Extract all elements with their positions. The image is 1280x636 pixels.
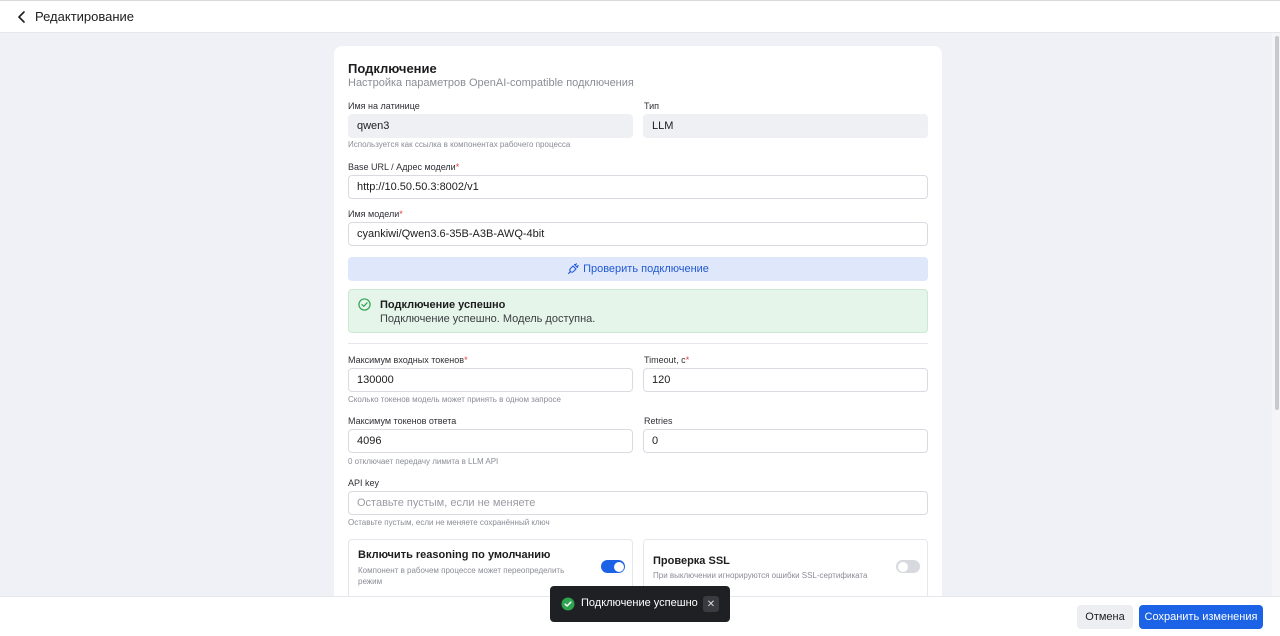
latin-name-hint: Используется как ссылка в компонентах ра… — [348, 140, 571, 149]
scrollbar-thumb[interactable] — [1275, 36, 1279, 410]
reasoning-description: Компонент в рабочем процессе может перео… — [358, 566, 565, 586]
latin-name-field: qwen3 — [348, 114, 633, 138]
api-key-label: API key — [348, 478, 380, 488]
required-mark: * — [464, 355, 468, 365]
section-title: Подключение — [348, 61, 437, 76]
reasoning-toggle[interactable] — [601, 560, 625, 573]
toggle-knob — [897, 561, 908, 572]
latin-name-label: Имя на латинице — [348, 101, 420, 111]
page-title: Редактирование — [35, 9, 135, 24]
toast-notification: Подключение успешно ✕ — [550, 586, 730, 622]
reasoning-title: Включить reasoning по умолчанию — [358, 549, 551, 561]
max-response-tokens-label: Максимум токенов ответа — [348, 416, 457, 426]
max-input-tokens-label-text: Максимум входных токенов — [348, 355, 465, 365]
base-url-label-text: Base URL / Адрес модели — [348, 162, 456, 172]
ssl-description: При выключении игнорируются ошибки SSL-с… — [653, 571, 868, 580]
api-key-input[interactable]: Оставьте пустым, если не меняете — [348, 491, 928, 515]
max-input-tokens-input[interactable]: 130000 — [348, 368, 633, 392]
required-mark: * — [685, 355, 690, 365]
max-response-tokens-input[interactable]: 4096 — [348, 429, 633, 453]
divider — [348, 343, 928, 344]
save-button[interactable]: Сохранить изменения — [1139, 605, 1263, 629]
section-subtitle: Настройка параметров OpenAI-compatible п… — [348, 77, 634, 89]
connection-card: Подключение Настройка параметров OpenAI-… — [334, 46, 942, 606]
ssl-toggle[interactable] — [896, 560, 920, 573]
retries-label: Retries — [644, 416, 673, 426]
cancel-button[interactable]: Отмена — [1077, 605, 1133, 629]
success-message: Подключение успешно. Модель доступна. — [380, 313, 596, 325]
max-input-tokens-label: Максимум входных токенов* — [348, 355, 468, 365]
model-name-input[interactable]: cyankiwi/Qwen3.6-35B-A3B-AWQ-4bit — [348, 222, 928, 246]
plug-icon — [568, 263, 579, 275]
success-title: Подключение успешно — [380, 299, 506, 311]
check-connection-label: Проверить подключение — [583, 263, 709, 275]
timeout-input[interactable]: 120 — [643, 368, 928, 392]
check-circle-icon — [561, 597, 575, 611]
top-bar: Редактирование — [0, 0, 1280, 33]
api-key-hint: Оставьте пустым, если не меняете сохранё… — [348, 518, 550, 527]
toggle-knob — [613, 561, 624, 572]
base-url-label: Base URL / Адрес модели* — [348, 162, 459, 172]
type-field: LLM — [643, 114, 928, 138]
model-name-label: Имя модели* — [348, 209, 403, 219]
toast-message: Подключение успешно — [581, 597, 698, 609]
type-label: Тип — [644, 101, 660, 111]
required-mark: * — [399, 209, 403, 219]
close-icon[interactable]: ✕ — [703, 596, 719, 612]
model-name-label-text: Имя модели — [348, 209, 400, 219]
success-alert: Подключение успешно Подключение успешно.… — [348, 289, 928, 333]
base-url-input[interactable]: http://10.50.50.3:8002/v1 — [348, 175, 928, 199]
required-mark: * — [455, 162, 460, 172]
back-arrow-icon[interactable] — [14, 9, 30, 25]
check-connection-button[interactable]: Проверить подключение — [348, 257, 928, 281]
retries-input[interactable]: 0 — [643, 429, 928, 453]
max-response-tokens-hint: 0 отключает передачу лимита в LLM API — [348, 457, 499, 466]
timeout-label-text: Timeout, с — [644, 355, 686, 365]
max-input-tokens-hint: Сколько токенов модель может принять в о… — [348, 395, 561, 404]
check-circle-icon — [358, 298, 371, 311]
ssl-title: Проверка SSL — [653, 555, 730, 567]
timeout-label: Timeout, с* — [644, 355, 689, 365]
